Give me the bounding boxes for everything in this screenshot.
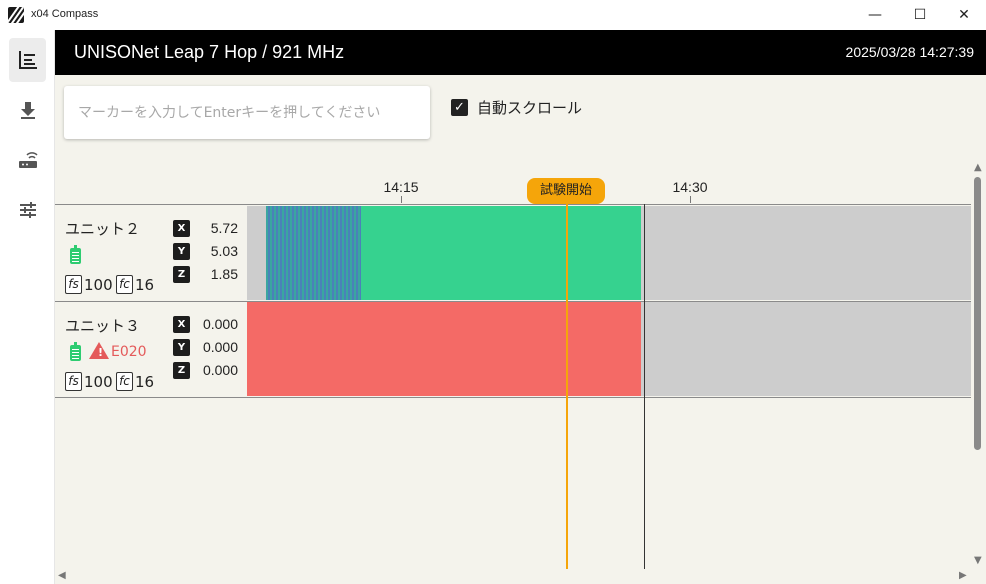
router-icon <box>18 152 38 168</box>
download-icon <box>20 102 35 119</box>
page-title: UNISONet Leap 7 Hop / 921 MHz <box>74 42 345 62</box>
autoscroll-label: 自動スクロール <box>477 99 583 117</box>
autoscroll-checkbox[interactable]: ✓ <box>451 99 468 116</box>
x-axis-value: 5.72 <box>210 220 238 236</box>
unit-name: ユニット２ <box>65 220 141 238</box>
sampling-frequency-value: 100 <box>84 373 113 391</box>
z-axis-value: 1.85 <box>210 266 238 282</box>
current-time-line <box>644 204 645 569</box>
cutoff-frequency-icon: fc <box>116 275 133 294</box>
sidebar-item-settings[interactable] <box>9 188 46 232</box>
event-marker-badge[interactable]: 試験開始 <box>527 178 605 204</box>
sidebar <box>0 30 55 584</box>
scroll-left-arrow-icon[interactable]: ◀ <box>58 570 66 581</box>
cutoff-frequency-value: 16 <box>135 373 155 391</box>
app-header: UNISONet Leap 7 Hop / 921 MHz 2025/03/28… <box>55 30 986 75</box>
time-tick-label: 14:15 <box>383 179 419 195</box>
timeline-ok-segment <box>361 206 641 300</box>
y-axis-value: 0.000 <box>202 339 238 355</box>
horizontal-scrollbar[interactable]: ◀ ▶ <box>55 569 971 584</box>
scroll-down-arrow-icon[interactable]: ▼ <box>974 555 982 566</box>
event-marker-line[interactable] <box>566 204 568 569</box>
x-axis-value: 0.000 <box>202 316 238 332</box>
battery-icon <box>70 342 81 361</box>
battery-icon <box>70 245 81 264</box>
row-divider <box>55 397 971 398</box>
y-axis-value: 5.03 <box>210 243 238 259</box>
current-datetime: 2025/03/28 14:27:39 <box>845 44 974 60</box>
sidebar-item-timeline[interactable] <box>9 38 46 82</box>
main-panel: ✓ 自動スクロール 14:15 14:30 ユニット２ fs 100 fc 16… <box>55 75 986 584</box>
minimize-button[interactable]: — <box>852 0 898 30</box>
cutoff-frequency-value: 16 <box>135 276 155 294</box>
marker-input[interactable] <box>64 86 430 139</box>
timeline-icon <box>18 51 37 69</box>
maximize-button[interactable]: ☐ <box>897 0 943 30</box>
timeline-error-segment <box>247 302 641 396</box>
window-title: x04 Compass <box>31 8 99 20</box>
sampling-frequency-value: 100 <box>84 276 113 294</box>
tune-icon <box>19 202 36 218</box>
sidebar-item-download[interactable] <box>9 88 46 132</box>
sampling-frequency-icon: fs <box>65 275 82 294</box>
vertical-scroll-thumb[interactable] <box>974 177 981 450</box>
unit-name: ユニット３ <box>65 317 141 335</box>
sidebar-item-router[interactable] <box>9 138 46 182</box>
scroll-right-arrow-icon[interactable]: ▶ <box>959 570 967 581</box>
window-titlebar: x04 Compass — ☐ ✕ <box>0 0 986 30</box>
timeline-mixed-segment <box>266 206 361 300</box>
time-tick-mark <box>690 196 691 203</box>
close-button[interactable]: ✕ <box>941 0 986 30</box>
z-axis-value: 0.000 <box>202 362 238 378</box>
error-code: E020 <box>111 344 147 360</box>
time-tick-mark <box>401 196 402 203</box>
time-tick-label: 14:30 <box>672 179 708 195</box>
unit-row-3[interactable]: ユニット３ ! E020 fs 100 fc 16 X 0.000 Y 0.00… <box>55 302 971 398</box>
unit-row-2[interactable]: ユニット２ fs 100 fc 16 X 5.72 Y 5.03 Z 1.85 <box>55 205 971 301</box>
vertical-scrollbar[interactable]: ▲ ▼ <box>971 162 986 569</box>
sampling-frequency-icon: fs <box>65 372 82 391</box>
app-logo-icon <box>8 7 24 23</box>
cutoff-frequency-icon: fc <box>116 372 133 391</box>
scroll-up-arrow-icon[interactable]: ▲ <box>974 162 982 173</box>
warning-icon: ! <box>89 342 109 359</box>
